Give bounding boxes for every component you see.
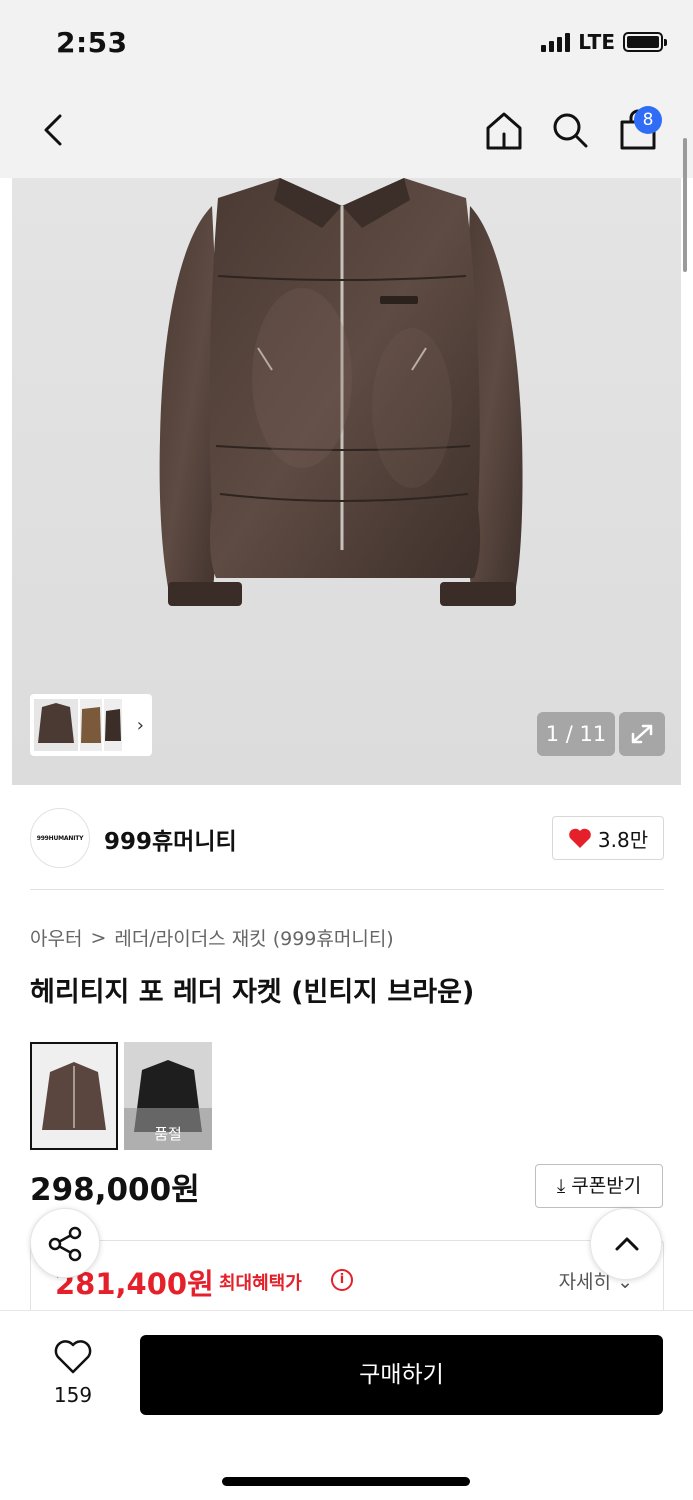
- search-icon[interactable]: [550, 108, 590, 152]
- chevron-right-icon[interactable]: ›: [137, 715, 144, 736]
- brand-like-count: 3.8만: [597, 827, 649, 852]
- bottom-action-bar: 159 구매하기: [0, 1310, 693, 1500]
- sold-out-badge: 품절: [124, 1108, 212, 1150]
- breadcrumb: 아우터 > 레더/라이더스 재킷 (999휴머니티): [30, 924, 394, 951]
- info-icon[interactable]: i: [331, 1269, 353, 1291]
- heart-outline-icon: [54, 1340, 92, 1374]
- brand-logo[interactable]: 999HUMANITY: [30, 808, 90, 868]
- color-option-brown[interactable]: [30, 1042, 118, 1150]
- wishlist-count: 159: [53, 1383, 93, 1407]
- color-option-brown-image: [42, 1062, 106, 1130]
- home-icon[interactable]: [484, 108, 524, 152]
- max-benefit-box: 281,400원 최대혜택가 i 자세히 ⌄: [30, 1240, 664, 1320]
- product-price: 298,000원: [30, 1172, 200, 1208]
- breadcrumb-separator-icon: >: [90, 926, 107, 949]
- signal-icon: [541, 32, 571, 52]
- product-title: 헤리티지 포 레더 자켓 (빈티지 브라운): [30, 977, 475, 1008]
- thumbnail-dark-jacket: [104, 699, 122, 751]
- scroll-to-top-button[interactable]: [590, 1208, 662, 1280]
- thumbnail-olive-jacket: [80, 699, 102, 751]
- brand-like-button[interactable]: 3.8만: [552, 816, 664, 860]
- gallery-page-indicator: 1 / 11: [537, 712, 615, 756]
- brand-name[interactable]: 999휴머니티: [104, 822, 237, 856]
- download-icon: ⤓: [556, 1175, 566, 1197]
- wishlist-button[interactable]: 159: [40, 1339, 106, 1419]
- brand-row: 999HUMANITY 999휴머니티 3.8만: [30, 800, 664, 890]
- heart-filled-icon: [569, 828, 591, 848]
- status-bar: 2:53 LTE: [0, 0, 693, 88]
- color-option-black[interactable]: 품절: [124, 1042, 212, 1150]
- share-icon: [48, 1226, 82, 1262]
- coupon-label: 쿠폰받기: [571, 1175, 642, 1197]
- share-button[interactable]: [30, 1208, 100, 1278]
- thumbnail-brown-jacket: [34, 699, 78, 751]
- chevron-up-icon: [615, 1237, 639, 1251]
- status-icons: LTE: [541, 30, 667, 54]
- color-option-list: 품절: [30, 1042, 212, 1150]
- max-benefit-label: 최대혜택가: [219, 1273, 302, 1294]
- status-time: 2:53: [56, 26, 128, 59]
- home-indicator[interactable]: [222, 1477, 470, 1486]
- coupon-download-button[interactable]: ⤓ 쿠폰받기: [535, 1164, 663, 1208]
- scroll-indicator[interactable]: [683, 138, 687, 272]
- breadcrumb-category[interactable]: 아우터: [30, 924, 82, 951]
- expand-icon[interactable]: [619, 712, 665, 756]
- breadcrumb-subcategory[interactable]: 레더/라이더스 재킷 (999휴머니티): [114, 924, 393, 951]
- top-nav-bar: 8: [0, 88, 693, 178]
- network-label: LTE: [578, 30, 615, 54]
- back-chevron-icon[interactable]: [36, 108, 72, 152]
- product-image-gallery[interactable]: › 1 / 11: [12, 178, 681, 785]
- cart-count-badge: 8: [634, 106, 662, 134]
- gallery-thumbnail-strip[interactable]: ›: [30, 694, 152, 756]
- buy-button[interactable]: 구매하기: [140, 1335, 663, 1415]
- battery-icon: [623, 32, 667, 52]
